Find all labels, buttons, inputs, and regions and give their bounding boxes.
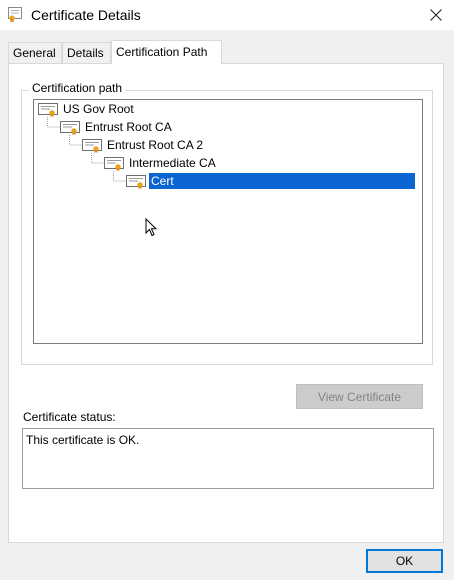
close-icon: [430, 9, 442, 21]
ok-button[interactable]: OK: [366, 549, 443, 573]
tab-certification-path-label: Certification Path: [116, 45, 208, 59]
dialog-body: General Details Certification Path Certi…: [0, 30, 454, 580]
tree-item-label: Intermediate CA: [129, 156, 216, 170]
certificate-status-label: Certificate status:: [23, 410, 116, 424]
tab-certification-path[interactable]: Certification Path: [111, 40, 222, 64]
certificate-icon: [82, 139, 102, 153]
tab-details-label: Details: [67, 46, 104, 60]
certificate-icon: [8, 7, 22, 23]
certificate-icon: [60, 121, 80, 135]
certificate-icon: [126, 175, 146, 189]
tree-item-entrust-root-ca[interactable]: Entrust Root CA: [60, 118, 174, 136]
tree-item-entrust-root-ca-2[interactable]: Entrust Root CA 2: [82, 136, 205, 154]
tab-details[interactable]: Details: [62, 42, 111, 63]
certificate-status-box: This certificate is OK.: [22, 428, 434, 489]
tree-item-label: Entrust Root CA 2: [107, 138, 204, 152]
certification-path-label: Certification path: [29, 81, 126, 95]
mouse-cursor-icon: [145, 218, 158, 237]
certification-path-tree[interactable]: US Gov Root Entrust Root CA Entrust Root…: [33, 99, 423, 344]
view-certificate-button[interactable]: View Certificate: [296, 384, 423, 409]
tab-general[interactable]: General: [8, 42, 62, 63]
certificate-icon: [104, 157, 124, 171]
close-button[interactable]: [418, 0, 454, 30]
tab-general-label: General: [13, 46, 56, 60]
window-title: Certificate Details: [31, 7, 141, 23]
title-bar: Certificate Details: [0, 0, 454, 30]
tree-item-label-selected: Cert: [149, 173, 415, 189]
tree-item-label: US Gov Root: [63, 102, 134, 116]
certificate-status-text: This certificate is OK.: [26, 433, 140, 447]
ok-label: OK: [395, 554, 414, 568]
tree-item-label: Entrust Root CA: [85, 120, 172, 134]
certificate-icon: [38, 103, 58, 117]
view-certificate-label: View Certificate: [317, 389, 402, 404]
tree-item-intermediate-ca[interactable]: Intermediate CA: [104, 154, 218, 172]
tab-panel: Certification path US Gov Root Entrust R…: [8, 63, 444, 543]
tree-item-cert[interactable]: Cert: [126, 172, 415, 190]
tree-item-us-gov-root[interactable]: US Gov Root: [38, 100, 136, 118]
